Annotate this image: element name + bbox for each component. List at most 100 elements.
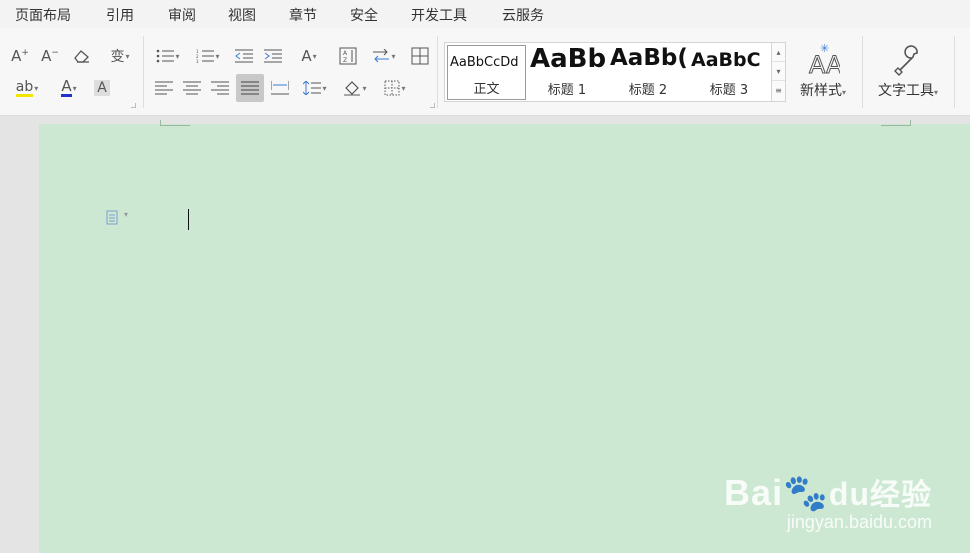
chevron-down-icon: ▾ [312,51,317,61]
crop-mark [881,120,911,126]
scroll-down-button[interactable]: ▾ [772,62,785,81]
highlighter-icon: ab [15,78,34,97]
grow-font-icon: A+ [11,47,29,65]
grid-layout-icon [411,47,429,65]
paragraph-dialog-launcher[interactable] [430,103,435,108]
style-heading-3[interactable]: AaBbC 标题 3 [689,45,769,100]
borders-button[interactable]: ▾ [378,76,412,100]
new-style-button[interactable]: AA ✳ 新样式▾ [793,42,853,100]
style-name: 标题 2 [628,83,668,98]
shrink-font-button[interactable]: A− [38,44,62,68]
font-color-icon: A [61,77,72,97]
style-heading-2[interactable]: AaBb( 标题 2 [608,45,688,100]
phonetic-icon: 变 [110,49,125,65]
chevron-up-icon: ▴ [776,48,781,57]
align-left-icon [155,81,173,95]
wrench-icon [894,45,918,76]
style-preview: AaBb [530,45,606,74]
style-name: 标题 1 [547,83,587,98]
eraser-icon [74,50,89,63]
highlight-color-button[interactable]: ab ▾ [10,76,44,100]
align-center-button[interactable] [180,76,204,100]
menu-page-layout[interactable]: 页面布局 [15,5,71,25]
borders-icon [384,80,400,96]
text-direction-button[interactable]: A ▾ [292,44,326,68]
chevron-down-icon: ▾ [175,51,180,61]
watermark-url: jingyan.baidu.com [786,512,932,532]
text-cursor [188,209,189,230]
line-spacing-button[interactable]: ▾ [298,76,332,100]
scroll-up-button[interactable]: ▴ [772,43,785,62]
grow-font-button[interactable]: A+ [8,44,32,68]
chevron-down-icon: ▾ [933,88,938,97]
chevron-down-icon: ▾ [841,88,846,97]
chevron-down-icon: ▾ [124,210,129,219]
paint-bucket-icon [344,81,361,96]
menu-section[interactable]: 章节 [289,5,317,25]
chevron-down-icon: ▾ [125,51,130,61]
menu-references[interactable]: 引用 [106,5,134,25]
style-heading-1[interactable]: AaBb 标题 1 [528,45,606,100]
style-preview: AaBb( [610,45,688,71]
svg-text:Z: Z [343,57,347,64]
align-justify-icon [241,81,259,95]
divider [954,36,955,108]
clear-format-button[interactable] [70,44,94,68]
divider [143,36,144,108]
style-gallery-scroll: ▴ ▾ ≡ [771,43,785,101]
distributed-align-button[interactable] [268,76,292,100]
font-color-button[interactable]: A ▾ [52,76,86,100]
style-gallery: AaBbCcDd 正文 AaBb 标题 1 AaBb( 标题 2 AaBbC 标… [444,42,786,102]
font-dialog-launcher[interactable] [131,103,136,108]
watermark-logo: Bai🐾du经验 [724,472,932,513]
style-name: 正文 [473,82,500,97]
watermark: Bai🐾du经验 jingyan.baidu.com [724,470,932,533]
increase-indent-button[interactable] [261,44,285,68]
chevron-down-icon: ▾ [401,83,406,93]
style-normal[interactable]: AaBbCcDd 正文 [447,45,526,100]
character-shading-button[interactable]: A [90,76,114,100]
text-direction-icon: A [301,47,312,65]
divider [437,36,438,108]
style-preview: AaBbCcDd [450,55,519,70]
justify-button[interactable] [236,74,264,102]
table-layout-button[interactable] [408,44,432,68]
menu-review[interactable]: 审阅 [168,5,196,25]
align-left-button[interactable] [152,76,176,100]
align-right-icon [211,81,229,95]
divider [862,36,863,108]
shrink-font-icon: A− [41,47,59,65]
ribbon-toolbar: A+ A− 变▾ ab▾ A▾ A ▾ 123▾ A▾ AZ ▾ [0,28,970,116]
chevron-down-icon: ▾ [34,83,39,93]
chevron-down-icon: ▾ [215,51,220,61]
show-hide-button[interactable]: ▾ [368,44,400,68]
line-spacing-icon [303,81,322,95]
new-style-icon: AA ✳ [809,42,844,80]
decrease-indent-button[interactable] [232,44,256,68]
chevron-down-icon: ▾ [776,67,781,76]
sort-icon: AZ [339,47,357,65]
bullet-list-icon [157,49,175,63]
increase-indent-icon [264,49,282,63]
style-preview: AaBbC [691,49,761,71]
svg-text:✳: ✳ [820,42,829,55]
document-area: ▾ Bai🐾du经验 jingyan.baidu.com [0,117,970,553]
numbering-button[interactable]: 1 2 3 ▾ [192,44,224,68]
menu-security[interactable]: 安全 [350,5,378,25]
phonetic-guide-button[interactable]: 变 ▾ [104,44,136,68]
align-right-button[interactable] [208,76,232,100]
new-style-label: 新样式▾ [799,83,846,99]
menu-view[interactable]: 视图 [228,5,256,25]
gallery-more-button[interactable]: ≡ [772,81,785,100]
sort-button[interactable]: AZ [336,44,360,68]
document-page[interactable]: ▾ Bai🐾du经验 jingyan.baidu.com [39,120,970,553]
swap-icon [373,49,390,63]
menu-cloud-service[interactable]: 云服务 [502,5,544,25]
paw-icon: 🐾 [783,472,829,513]
paragraph-layout-icon[interactable]: ▾ [106,210,128,230]
menu-developer-tools[interactable]: 开发工具 [411,5,467,25]
text-tools-button[interactable]: 文字工具▾ [870,42,946,100]
shading-button[interactable]: ▾ [338,76,372,100]
bullets-button[interactable]: ▾ [152,44,184,68]
menu-bar: 页面布局 引用 审阅 视图 章节 安全 开发工具 云服务 [0,0,970,28]
